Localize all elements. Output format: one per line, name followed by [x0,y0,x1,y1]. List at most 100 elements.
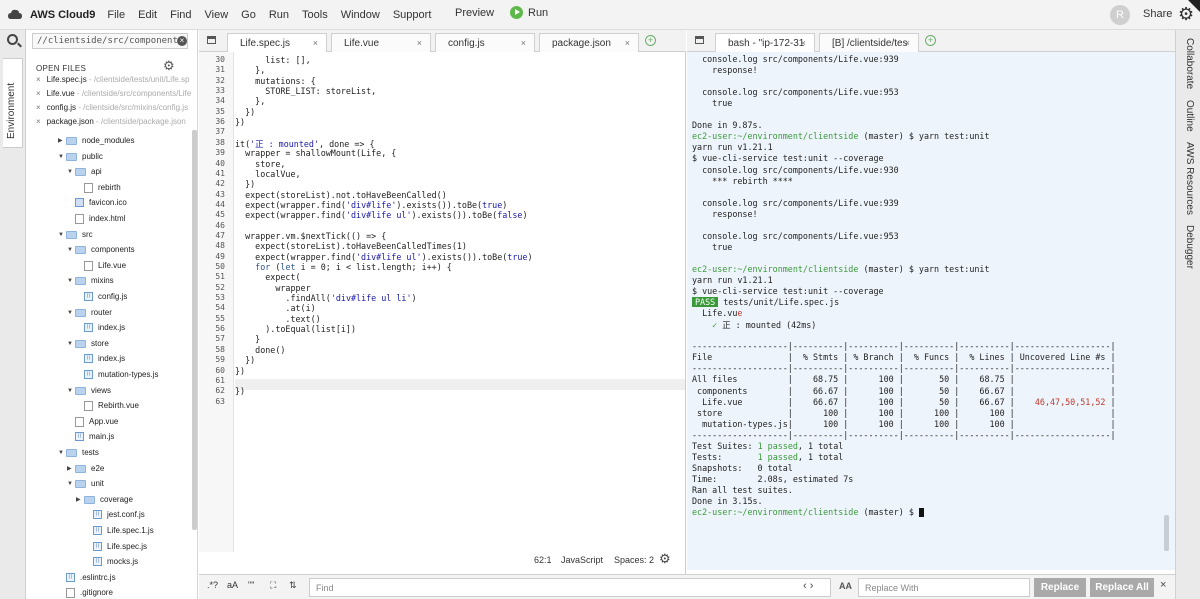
tab-life-spec[interactable]: Life.spec.js × [227,33,327,52]
folder-item[interactable]: ▶ node_modules [58,133,134,148]
goto-file-input[interactable]: //clientside/src/components [32,33,188,49]
avatar[interactable]: R [1110,5,1130,25]
file-item[interactable]: ⟨⟩ config.js [76,289,127,304]
menu-window[interactable]: Window [341,9,380,21]
file-item[interactable]: ⟨⟩ Life.spec.js [85,539,147,554]
folder-item[interactable]: ▼ src [58,227,93,242]
chevron-down-icon[interactable]: ▼ [67,310,75,316]
menu-support[interactable]: Support [393,9,432,21]
file-item[interactable]: App.vue [67,414,118,429]
collaborate-tab[interactable]: Collaborate [1184,38,1195,89]
tab-life-vue[interactable]: Life.vue × [331,33,431,52]
folder-item[interactable]: ▼ api [67,164,102,179]
menu-edit[interactable]: Edit [138,9,157,21]
run-button[interactable]: Run [510,6,548,19]
folder-item[interactable]: ▼ tests [58,445,99,460]
menu-go[interactable]: Go [241,9,256,21]
cursor-position[interactable]: 62:1 [534,555,552,565]
file-item[interactable]: ⟨⟩ .eslintrc.js [58,570,116,585]
tab-test-runner[interactable]: [B] /clientside/tes × [819,33,919,52]
file-item[interactable]: ⟨⟩ mocks.js [85,554,138,569]
terminal-output[interactable]: console.log src/components/Life.vue:939 … [687,52,1175,570]
close-icon[interactable]: × [521,38,526,48]
environment-tab[interactable]: Environment [3,58,23,148]
menu-run[interactable]: Run [269,9,289,21]
wrap-icon[interactable]: ⇅ [289,580,297,591]
file-item[interactable]: ⟨⟩ index.js [76,351,125,366]
tab-menu-icon[interactable] [695,36,704,44]
terminal-scrollbar[interactable] [1164,515,1169,551]
chevron-right-icon[interactable]: ▶ [76,496,84,503]
folder-item[interactable]: ▼ router [67,305,112,320]
folder-item[interactable]: ▼ public [58,149,103,164]
whole-word-toggle[interactable]: "" [248,580,254,590]
chevron-right-icon[interactable]: ▶ [67,465,75,472]
file-item[interactable]: .gitignore [58,585,113,599]
close-icon[interactable]: × [625,38,630,48]
tab-config[interactable]: config.js × [435,33,535,52]
case-toggle[interactable]: aA [227,580,238,590]
editor-gear-icon[interactable]: ⚙ [659,551,671,567]
chevron-down-icon[interactable]: ▼ [67,341,75,347]
find-prev-next[interactable]: ‹ › [803,580,813,592]
find-input[interactable]: Find [309,578,831,597]
file-item[interactable]: Life.vue [76,258,126,273]
folder-item[interactable]: ▼ unit [67,476,104,491]
chevron-down-icon[interactable]: ▼ [67,481,75,487]
chevron-down-icon[interactable]: ▼ [58,232,66,238]
chevron-down-icon[interactable]: ▼ [67,278,75,284]
chevron-down-icon[interactable]: ▼ [58,450,66,456]
file-item[interactable]: ⟨⟩ jest.conf.js [85,507,145,522]
indent-setting[interactable]: Spaces: 2 [614,555,654,565]
menu-find[interactable]: Find [170,9,191,21]
close-icon[interactable]: × [36,75,41,84]
close-icon[interactable]: × [313,38,318,48]
brand[interactable]: AWS Cloud9 [0,9,95,21]
preserve-case-toggle[interactable]: AA [839,581,852,591]
chevron-down-icon[interactable]: ▼ [67,169,75,175]
menu-file[interactable]: File [107,9,125,21]
open-file-item[interactable]: × Life.spec.js - /clientside/tests/unit/L… [36,75,189,88]
tree-scrollbar[interactable] [192,130,197,530]
file-item[interactable]: Rebirth.vue [76,398,139,413]
chevron-down-icon[interactable]: ▼ [58,154,66,160]
folder-item[interactable]: ▼ components [67,242,135,257]
share-button[interactable]: Share [1143,8,1172,20]
close-icon[interactable]: × [801,38,806,48]
file-item[interactable]: ⟨⟩ mutation-types.js [76,367,158,382]
close-icon[interactable]: × [36,117,41,126]
tab-menu-icon[interactable] [207,36,216,44]
folder-item[interactable]: ▼ store [67,336,109,351]
menu-view[interactable]: View [205,9,229,21]
close-icon[interactable]: × [417,38,422,48]
folder-item[interactable]: ▶ e2e [67,461,104,476]
outline-tab[interactable]: Outline [1184,100,1195,132]
preview-button[interactable]: Preview [455,7,494,19]
open-file-item[interactable]: × Life.vue - /clientside/src/components/L… [36,89,191,102]
chevron-down-icon[interactable]: ▼ [67,247,75,253]
search-selection-icon[interactable]: ⛶ [270,580,276,591]
folder-item[interactable]: ▼ views [67,383,111,398]
file-item[interactable]: favicon.ico [67,195,127,210]
language-mode[interactable]: JavaScript [561,555,603,565]
file-item[interactable]: index.html [67,211,125,226]
close-icon[interactable]: × [1160,579,1166,591]
new-tab-plus-icon[interactable]: + [645,35,656,46]
new-tab-plus-icon[interactable]: + [925,35,936,46]
replace-button[interactable]: Replace [1034,578,1086,597]
file-item[interactable]: rebirth [76,180,121,195]
file-item[interactable]: ⟨⟩ main.js [67,429,114,444]
close-icon[interactable]: × [905,38,910,48]
chevron-down-icon[interactable]: ▼ [67,388,75,394]
chevron-right-icon[interactable]: ▶ [58,137,66,144]
debugger-tab[interactable]: Debugger [1184,225,1195,269]
clear-icon[interactable]: × [177,36,187,46]
file-item[interactable]: ⟨⟩ Life.spec.1.js [85,523,154,538]
search-icon[interactable] [7,34,18,45]
regex-toggle[interactable]: .*? [207,580,218,590]
folder-item[interactable]: ▼ mixins [67,273,114,288]
open-file-item[interactable]: × config.js - /clientside/src/mixins/conf… [36,103,188,116]
open-files-gear-icon[interactable]: ⚙ [163,58,175,74]
close-icon[interactable]: × [36,103,41,112]
menu-tools[interactable]: Tools [302,9,328,21]
